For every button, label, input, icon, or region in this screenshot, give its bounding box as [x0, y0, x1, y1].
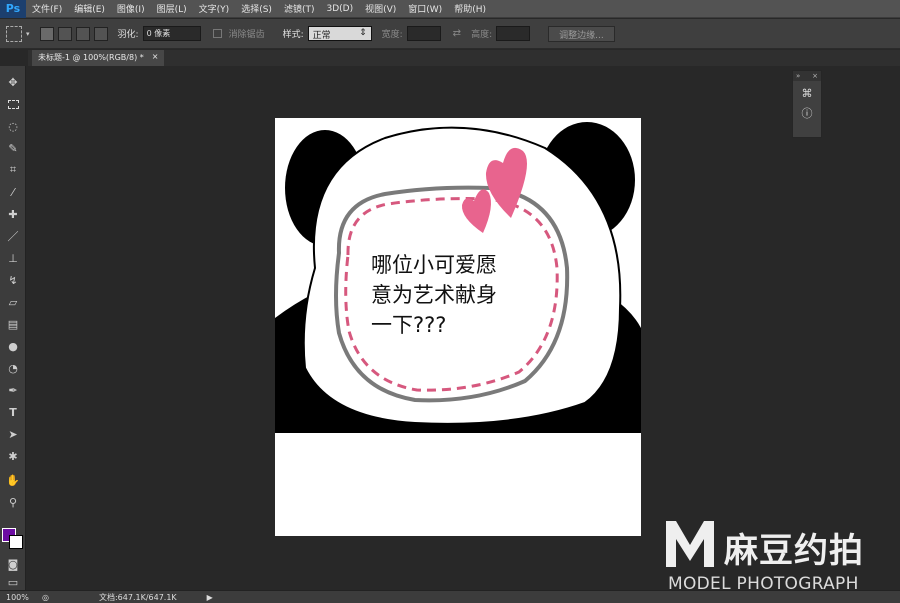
blur-tool-icon[interactable]: ● — [5, 338, 21, 354]
quick-selection-tool-icon[interactable]: ✎ — [5, 140, 21, 156]
clone-stamp-tool-icon[interactable]: ⊥ — [5, 250, 21, 266]
collapse-panel-icon[interactable]: » — [796, 72, 800, 80]
zoom-tool-icon[interactable]: ⚲ — [5, 494, 21, 510]
marquee-tool-preset-icon[interactable] — [6, 25, 22, 42]
antialias-label: 消除锯齿 — [228, 30, 265, 40]
height-input[interactable] — [496, 26, 531, 41]
move-tool-icon[interactable]: ✥ — [5, 74, 21, 90]
intersect-selection-button[interactable] — [93, 26, 108, 41]
swap-dimensions-icon[interactable]: ⇄ — [453, 28, 461, 39]
screen-mode-icon[interactable]: ▭ — [5, 574, 21, 590]
menu-image[interactable]: 图像(I) — [111, 2, 151, 15]
document-tab-bar: 未标题-1 @ 100%(RGB/8) * × — [28, 50, 900, 66]
pen-tool-icon[interactable]: ✒ — [5, 382, 21, 398]
background-color-swatch[interactable] — [9, 535, 23, 549]
watermark-m-logo — [666, 521, 714, 567]
status-info-icon[interactable]: ◎ — [42, 593, 49, 602]
chevron-updown-icon: ⇕ — [359, 28, 367, 38]
style-select-value: 正常 — [312, 31, 331, 41]
collapsed-panel-dock: » × ⌘ ⓘ — [792, 70, 822, 138]
lasso-tool-icon[interactable]: ◌ — [5, 118, 21, 134]
subtract-selection-button[interactable] — [75, 26, 90, 41]
healing-brush-tool-icon[interactable]: ✚ — [5, 206, 21, 222]
gradient-tool-icon[interactable]: ▤ — [5, 316, 21, 332]
meme-text-line: 哪位小可爱愿 — [371, 253, 497, 277]
hand-tool-icon[interactable]: ✋ — [5, 472, 21, 488]
watermark-english-text: MODEL PHOTOGRAPH — [668, 574, 859, 594]
document-tab-title: 未标题-1 @ 100%(RGB/8) * — [38, 53, 144, 62]
brush-tool-icon[interactable]: ／ — [5, 228, 21, 244]
shape-tool-icon[interactable]: ✱ — [5, 448, 21, 464]
status-menu-arrow-icon[interactable]: ▶ — [207, 593, 213, 602]
eyedropper-tool-icon[interactable]: ⁄ — [5, 184, 21, 200]
watermark-chinese-text: 麻豆约拍 — [724, 531, 864, 571]
meme-text-line: 一下??? — [371, 313, 447, 337]
new-selection-button[interactable] — [39, 26, 54, 41]
feather-input[interactable]: 0 像素 — [142, 26, 201, 41]
menu-help[interactable]: 帮助(H) — [448, 2, 492, 15]
menu-edit[interactable]: 编辑(E) — [68, 2, 111, 15]
menu-bar: Ps 文件(F) 编辑(E) 图像(I) 图层(L) 文字(Y) 选择(S) 滤… — [0, 0, 900, 18]
close-panel-icon[interactable]: × — [812, 72, 818, 80]
photoshop-logo: Ps — [0, 0, 26, 18]
type-tool-icon[interactable]: T — [5, 404, 21, 420]
feather-label: 羽化: — [117, 30, 139, 40]
menu-view[interactable]: 视图(V) — [359, 2, 402, 15]
style-select[interactable]: 正常 ⇕ — [307, 26, 372, 41]
menu-layer[interactable]: 图层(L) — [151, 2, 193, 15]
eraser-tool-icon[interactable]: ▱ — [5, 294, 21, 310]
zoom-level[interactable]: 100% — [0, 593, 40, 602]
panel-header: » × — [793, 71, 821, 81]
quick-mask-icon[interactable]: ◙ — [5, 556, 21, 572]
menu-filter[interactable]: 滤镜(T) — [278, 2, 321, 15]
height-label: 高度: — [471, 30, 493, 40]
rectangular-marquee-tool-icon[interactable] — [5, 96, 21, 112]
meme-text-line: 意为艺术献身 — [371, 283, 497, 307]
chevron-down-icon[interactable]: ▾ — [26, 30, 30, 38]
menu-window[interactable]: 窗口(W) — [402, 2, 448, 15]
menu-type[interactable]: 文字(Y) — [193, 2, 236, 15]
add-selection-button[interactable] — [57, 26, 72, 41]
antialias-checkbox[interactable] — [212, 29, 222, 38]
menu-select[interactable]: 选择(S) — [235, 2, 278, 15]
width-input[interactable] — [406, 26, 441, 41]
dodge-tool-icon[interactable]: ◔ — [5, 360, 21, 376]
path-selection-tool-icon[interactable]: ➤ — [5, 426, 21, 442]
tools-panel: ✥ ◌ ✎ ⌗ ⁄ ✚ ／ ⊥ ↯ ▱ ▤ ● ◔ ✒ T ➤ ✱ ✋ ⚲ ◙ … — [0, 66, 26, 592]
refine-edge-button[interactable]: 调整边缘... — [548, 25, 615, 42]
info-panel-icon[interactable]: ⓘ — [800, 107, 814, 121]
options-bar: ▾ 羽化: 0 像素 消除锯齿 样式: 正常 ⇕ 宽度: ⇄ 高度: 调整边缘.… — [0, 19, 900, 49]
width-label: 宽度: — [381, 30, 403, 40]
meme-text: 哪位小可爱愿 意为艺术献身 一下??? — [371, 250, 571, 340]
document-canvas[interactable]: 哪位小可爱愿 意为艺术献身 一下??? — [275, 118, 641, 536]
history-panel-icon[interactable]: ⌘ — [800, 87, 814, 101]
style-label: 样式: — [282, 30, 304, 40]
document-tab[interactable]: 未标题-1 @ 100%(RGB/8) * × — [32, 50, 165, 66]
close-icon[interactable]: × — [152, 52, 159, 64]
watermark: 麻豆约拍 MODEL PHOTOGRAPH — [662, 515, 898, 595]
crop-tool-icon[interactable]: ⌗ — [5, 162, 21, 178]
document-size: 文档:647.1K/647.1K — [98, 592, 177, 602]
menu-3d[interactable]: 3D(D) — [320, 4, 359, 14]
menu-file[interactable]: 文件(F) — [26, 2, 68, 15]
history-brush-tool-icon[interactable]: ↯ — [5, 272, 21, 288]
